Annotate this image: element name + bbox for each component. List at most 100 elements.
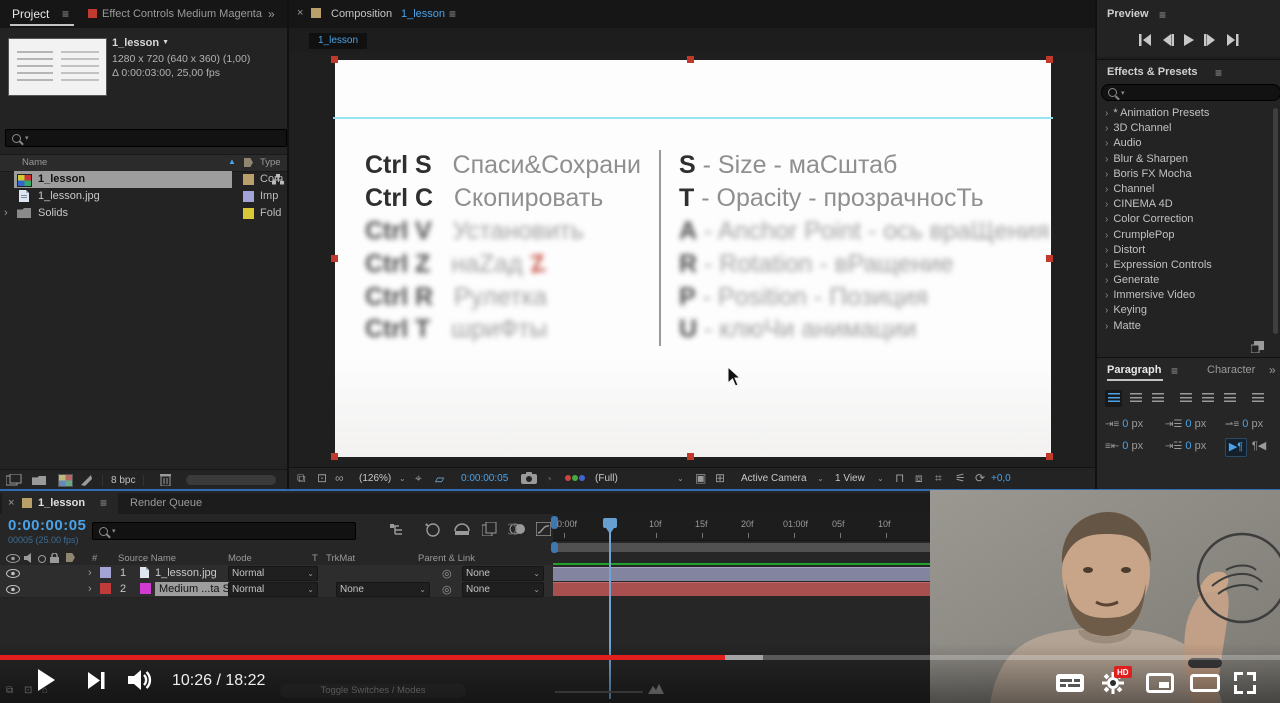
indent-first-field[interactable]: ⇀≡ 0 px (1225, 418, 1263, 431)
close-icon[interactable]: × (297, 7, 303, 19)
viewer-timecode[interactable]: 0:00:00:05 (461, 473, 508, 484)
effects-category[interactable]: ›Expression Controls (1097, 258, 1272, 273)
composition-mini-flowchart-icon[interactable] (390, 524, 406, 537)
effects-category[interactable]: ›Blur & Sharpen (1097, 152, 1272, 167)
row-name[interactable]: 1_lesson.jpg (38, 190, 100, 202)
previous-frame-button[interactable] (1161, 34, 1175, 46)
layer-expander-icon[interactable]: › (88, 567, 92, 579)
last-frame-button[interactable] (1225, 34, 1239, 46)
handle-top-center[interactable] (687, 56, 694, 63)
mask-visibility-icon[interactable]: ▱ (435, 472, 444, 486)
space-before-field[interactable]: ⇥☰ 0 px (1165, 418, 1206, 431)
column-name[interactable]: Name (22, 157, 47, 168)
flowchart-icon[interactable]: ⚟ (955, 472, 966, 484)
column-source-name[interactable]: Source Name (118, 553, 176, 564)
first-frame-button[interactable] (1139, 34, 1153, 46)
rgb-channels-icon[interactable] (565, 475, 571, 481)
region-of-interest-icon[interactable]: ▣ (695, 472, 706, 484)
paragraph-menu-icon[interactable]: ≡ (1171, 365, 1178, 377)
shy-layers-icon[interactable] (454, 523, 470, 536)
chevron-down-icon[interactable]: ⌄ (877, 474, 884, 483)
layer-row-1[interactable]: › 1 1_lesson.jpg Normal⌄ ◎ None⌄ (0, 565, 553, 582)
effects-category[interactable]: ›Color Correction (1097, 212, 1272, 227)
comp-tab-name[interactable]: 1_lesson (401, 8, 445, 20)
panel-corner-icon[interactable] (1251, 341, 1264, 353)
handle-bottom-center[interactable] (687, 453, 694, 460)
align-right-button[interactable] (1149, 390, 1166, 407)
timeline-tab-name[interactable]: 1_lesson (38, 497, 85, 509)
justify-all-button[interactable] (1249, 390, 1266, 407)
playhead-handle[interactable] (603, 518, 617, 528)
layer-label-swatch[interactable] (100, 567, 111, 578)
interpret-footage-icon[interactable] (6, 474, 22, 486)
row-name[interactable]: Solids (38, 207, 68, 219)
parent-pickwhip-icon[interactable]: ◎ (442, 567, 452, 580)
effects-category[interactable]: ›3D Channel (1097, 121, 1272, 136)
effects-category[interactable]: ›* Animation Presets (1097, 106, 1272, 121)
adjustment-icon[interactable] (80, 474, 93, 486)
effects-search-input[interactable]: ▾ (1101, 84, 1280, 101)
layer-row-2[interactable]: › 2 Medium ...ta Solid 1 Normal⌄ None⌄ ◎… (0, 581, 553, 598)
space-after-field[interactable]: ⇥☱ 0 px (1165, 440, 1206, 453)
effects-category[interactable]: ›Channel (1097, 182, 1272, 197)
blend-mode-dropdown[interactable]: Normal⌄ (228, 582, 318, 597)
snapshot-stack-icon[interactable]: ⧉ (297, 472, 306, 484)
timeline-menu-icon[interactable]: ≡ (100, 497, 107, 509)
align-left-button[interactable] (1105, 390, 1122, 407)
player-miniplayer-button[interactable] (1146, 673, 1174, 693)
align-center-button[interactable] (1127, 390, 1144, 407)
row-label-swatch[interactable] (243, 174, 254, 185)
comp-panel-label[interactable]: Composition (331, 8, 392, 20)
chevron-down-icon[interactable]: ⌄ (399, 474, 406, 483)
tab-paragraph[interactable]: Paragraph (1107, 364, 1161, 376)
handle-mid-left[interactable] (331, 255, 338, 262)
player-subtitles-button[interactable] (1056, 674, 1084, 692)
snapshot-camera-icon[interactable] (521, 472, 537, 484)
reset-exposure-icon[interactable]: ⟳ (975, 472, 985, 484)
preview-title[interactable]: Preview (1107, 8, 1149, 20)
effects-scrollbar[interactable] (1273, 108, 1278, 334)
camera-view-dropdown[interactable]: Active Camera (741, 473, 807, 484)
glasses-icon[interactable]: ∞ (335, 472, 344, 484)
new-folder-icon[interactable] (32, 476, 46, 485)
blend-mode-dropdown[interactable]: Normal⌄ (228, 566, 318, 581)
effects-title[interactable]: Effects & Presets (1107, 66, 1198, 78)
layer-label-swatch[interactable] (100, 583, 111, 594)
bit-depth-button[interactable]: 8 bpc (102, 475, 144, 486)
timeline-timecode[interactable]: 0:00:00:05 (8, 517, 86, 534)
tab-render-queue[interactable]: Render Queue (130, 497, 202, 509)
viewer-tab[interactable]: 1_lesson (309, 33, 367, 49)
tab-character[interactable]: Character (1207, 364, 1255, 376)
play-button[interactable] (1183, 34, 1195, 46)
parent-dropdown[interactable]: None⌄ (462, 566, 544, 581)
column-t[interactable]: T (312, 553, 318, 564)
timeline-search-input[interactable]: ▾ (92, 522, 356, 540)
handle-bottom-left[interactable] (331, 453, 338, 460)
project-thumbnail[interactable] (8, 38, 107, 96)
column-mode[interactable]: Mode (228, 553, 252, 564)
chevron-down-icon[interactable]: ⌄ (817, 474, 824, 483)
column-trkmat[interactable]: TrkMat (326, 553, 355, 564)
row-label-swatch[interactable] (243, 191, 254, 202)
project-row-1lesson[interactable]: 1_lesson Com (0, 171, 287, 188)
effects-category[interactable]: ›CINEMA 4D (1097, 197, 1272, 212)
show-snapshot-icon[interactable]: ⊡ (317, 472, 327, 484)
effects-category[interactable]: ›Audio (1097, 136, 1272, 151)
expand-chevron-icon[interactable]: › (4, 207, 8, 219)
project-tab-overflow-icon[interactable]: » (268, 7, 275, 21)
player-fullscreen-button[interactable] (1234, 672, 1256, 694)
info-caret-icon[interactable]: ▼ (162, 39, 169, 46)
justify-last-left-button[interactable] (1177, 390, 1194, 407)
chevron-down-icon[interactable]: ⌄ (677, 474, 684, 483)
fast-previews-icon[interactable]: ⧈ (915, 472, 923, 484)
view-layout-dropdown[interactable]: 1 View (835, 473, 865, 484)
effects-category[interactable]: ›Keying (1097, 303, 1272, 318)
tab-project[interactable]: Project (12, 7, 49, 21)
player-theater-button[interactable] (1190, 674, 1220, 692)
project-search-input[interactable]: ▾ (5, 129, 287, 147)
preview-menu-icon[interactable]: ≡ (1159, 9, 1166, 21)
effects-category[interactable]: ›Matte (1097, 319, 1272, 334)
close-icon[interactable]: × (8, 497, 14, 509)
draft-3d-icon[interactable] (424, 522, 440, 537)
horizontal-scrollbar[interactable] (186, 475, 276, 485)
